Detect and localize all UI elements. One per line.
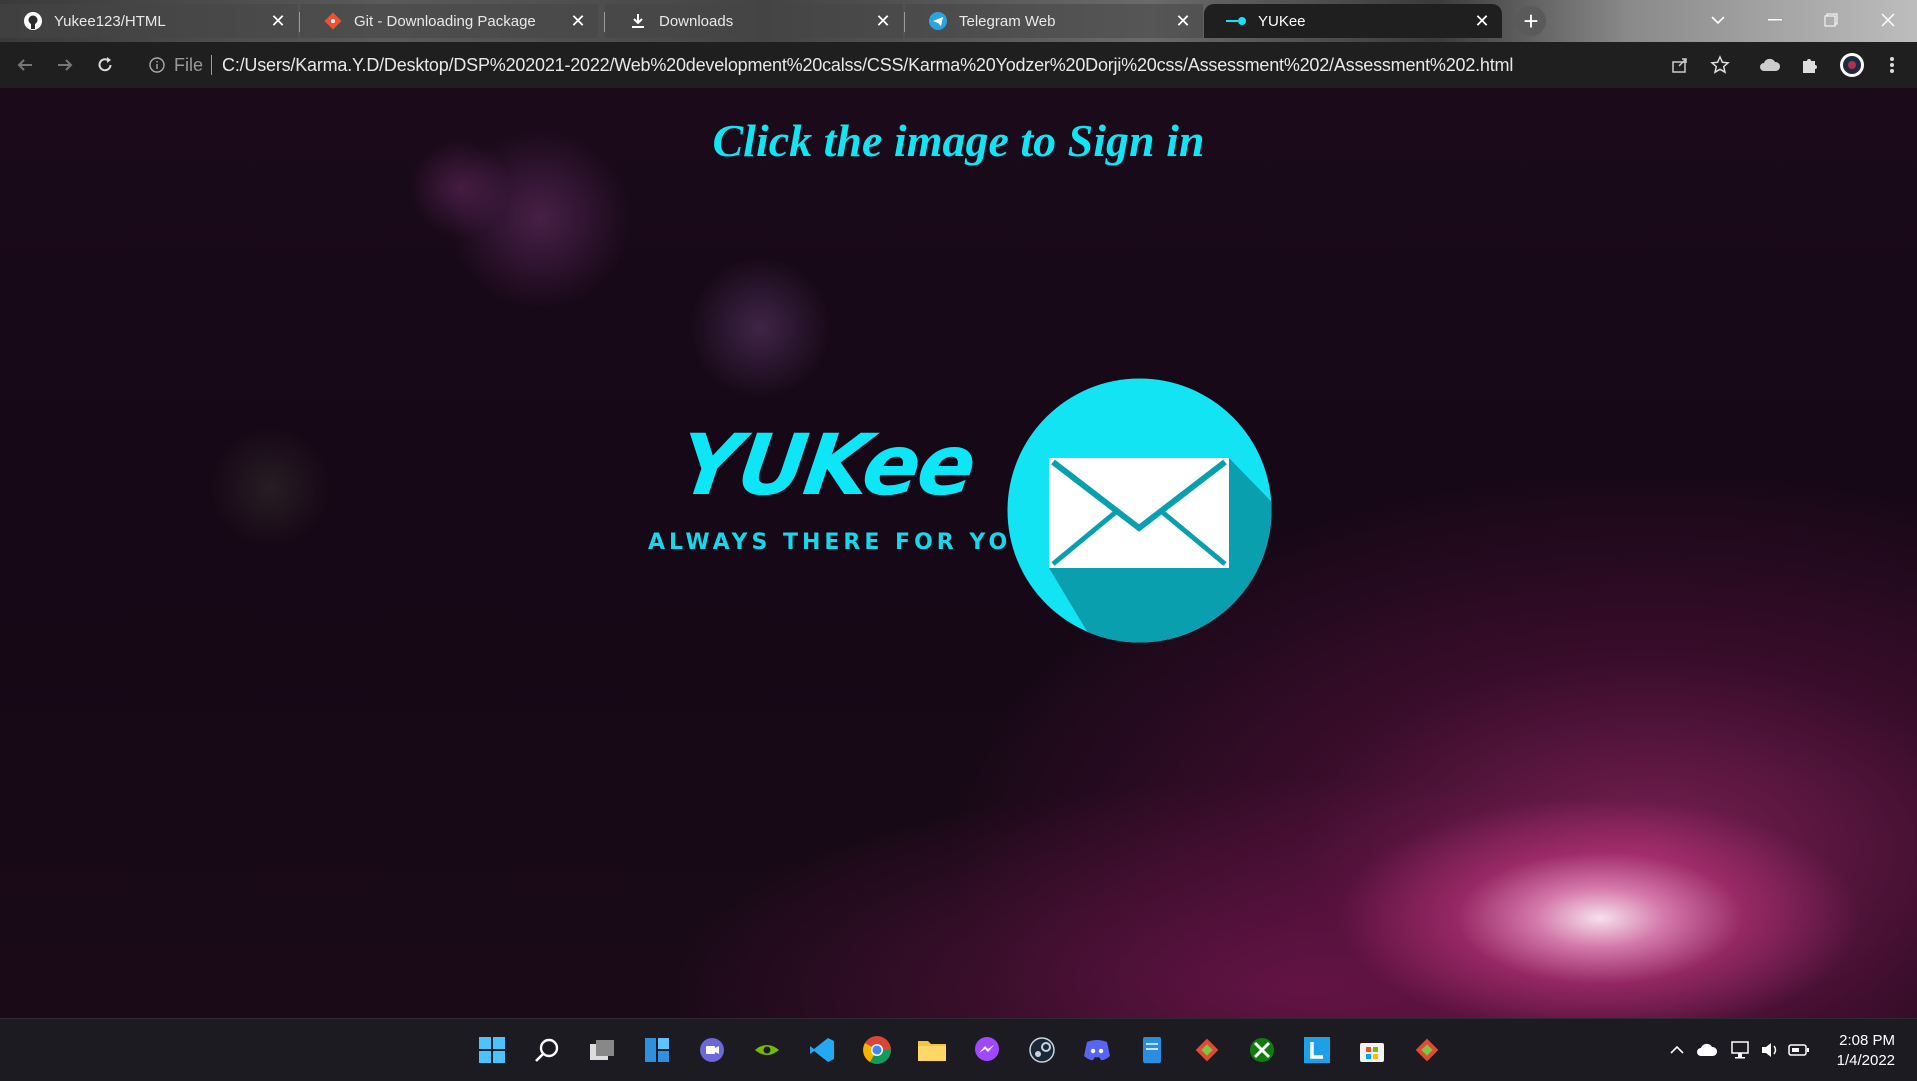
task-view-icon[interactable]	[584, 1032, 620, 1068]
windows-start-icon[interactable]	[474, 1032, 510, 1068]
discord-icon[interactable]	[1079, 1032, 1115, 1068]
menu-kebab-icon[interactable]	[1877, 50, 1907, 80]
widgets-icon[interactable]	[639, 1032, 675, 1068]
close-icon[interactable]: ✕	[268, 11, 288, 31]
tab-title: Telegram Web	[959, 12, 1056, 30]
volume-icon[interactable]	[1757, 1037, 1783, 1063]
tab-title: Yukee123/HTML	[54, 12, 166, 30]
close-window-icon[interactable]	[1860, 0, 1916, 40]
info-icon[interactable]	[146, 54, 168, 76]
bookmark-star-icon[interactable]	[1705, 50, 1735, 80]
tab-strip: Yukee123/HTML ✕ Git - Downloading Packag…	[0, 0, 1917, 42]
download-icon	[627, 10, 649, 32]
chrome-icon[interactable]	[859, 1032, 895, 1068]
launcher-l-icon[interactable]	[1299, 1032, 1335, 1068]
telegram-icon	[927, 10, 949, 32]
xbox-icon[interactable]	[1244, 1032, 1280, 1068]
battery-icon[interactable]	[1786, 1037, 1812, 1063]
reload-icon[interactable]	[90, 50, 120, 80]
file-explorer-icon[interactable]	[914, 1032, 950, 1068]
browser-toolbar: File C:/Users/Karma.Y.D/Desktop/DSP%2020…	[0, 42, 1917, 89]
tab-git[interactable]: Git - Downloading Package ✕	[300, 4, 598, 38]
taskbar-clock[interactable]: 2:08 PM 1/4/2022	[1837, 1031, 1895, 1071]
github-icon	[22, 10, 44, 32]
teams-chat-icon[interactable]	[694, 1032, 730, 1068]
page-content: Click the image to Sign in YUKee ALWAYS …	[0, 88, 1917, 1018]
close-icon[interactable]: ✕	[873, 11, 893, 31]
git-gui-icon[interactable]	[1189, 1032, 1225, 1068]
share-icon[interactable]	[1665, 50, 1695, 80]
tab-search-chevron-icon[interactable]	[1690, 0, 1746, 40]
steam-icon[interactable]	[1024, 1032, 1060, 1068]
mail-envelope-icon	[1007, 378, 1272, 643]
git-gui-icon-2[interactable]	[1409, 1032, 1445, 1068]
tab-title: Git - Downloading Package	[354, 12, 536, 30]
tab-title: Downloads	[659, 12, 734, 30]
onedrive-cloud-icon[interactable]	[1694, 1037, 1720, 1063]
tab-yukee[interactable]: YUKee ✕	[1204, 4, 1502, 38]
back-icon[interactable]	[10, 50, 40, 80]
logo-tagline: ALWAYS THERE FOR YOU	[648, 530, 1034, 555]
address-divider	[211, 55, 213, 75]
yukee-favicon-icon	[1226, 10, 1248, 32]
notepad-icon[interactable]	[1134, 1032, 1170, 1068]
messenger-icon[interactable]	[969, 1032, 1005, 1068]
close-icon[interactable]: ✕	[1472, 11, 1492, 31]
new-tab-button[interactable]: +	[1516, 6, 1546, 36]
logo-wordmark: YUKee	[673, 416, 981, 514]
microsoft-store-icon[interactable]	[1354, 1032, 1390, 1068]
clock-time: 2:08 PM	[1839, 1032, 1895, 1049]
yukee-logo-sign-in-link[interactable]: YUKee ALWAYS THERE FOR YOU	[640, 378, 1280, 648]
search-icon[interactable]	[529, 1032, 565, 1068]
minimize-icon[interactable]	[1747, 0, 1803, 40]
url-text[interactable]: C:/Users/Karma.Y.D/Desktop/DSP%202021-20…	[222, 55, 1513, 76]
page-heading: Click the image to Sign in	[712, 115, 1205, 166]
close-icon[interactable]: ✕	[1173, 11, 1193, 31]
nvidia-icon[interactable]	[749, 1032, 785, 1068]
extensions-puzzle-icon[interactable]	[1795, 50, 1825, 80]
restore-icon[interactable]	[1803, 0, 1859, 40]
clock-date: 1/4/2022	[1836, 1052, 1895, 1069]
close-icon[interactable]: ✕	[568, 11, 588, 31]
profile-avatar[interactable]	[1837, 50, 1867, 80]
cloud-extension-icon[interactable]	[1755, 50, 1785, 80]
windows-taskbar: 2:08 PM 1/4/2022	[0, 1018, 1917, 1081]
tab-telegram[interactable]: Telegram Web ✕	[905, 4, 1203, 38]
git-icon	[322, 10, 344, 32]
tab-github[interactable]: Yukee123/HTML ✕	[0, 4, 298, 38]
address-bar[interactable]: File C:/Users/Karma.Y.D/Desktop/DSP%2020…	[138, 48, 1628, 82]
vscode-icon[interactable]	[804, 1032, 840, 1068]
scheme-label: File	[174, 54, 204, 75]
tab-downloads[interactable]: Downloads ✕	[605, 4, 903, 38]
tab-title: YUKee	[1258, 12, 1306, 30]
tray-chevron-up-icon[interactable]	[1664, 1037, 1690, 1063]
network-icon[interactable]	[1728, 1037, 1754, 1063]
forward-icon[interactable]	[50, 50, 80, 80]
